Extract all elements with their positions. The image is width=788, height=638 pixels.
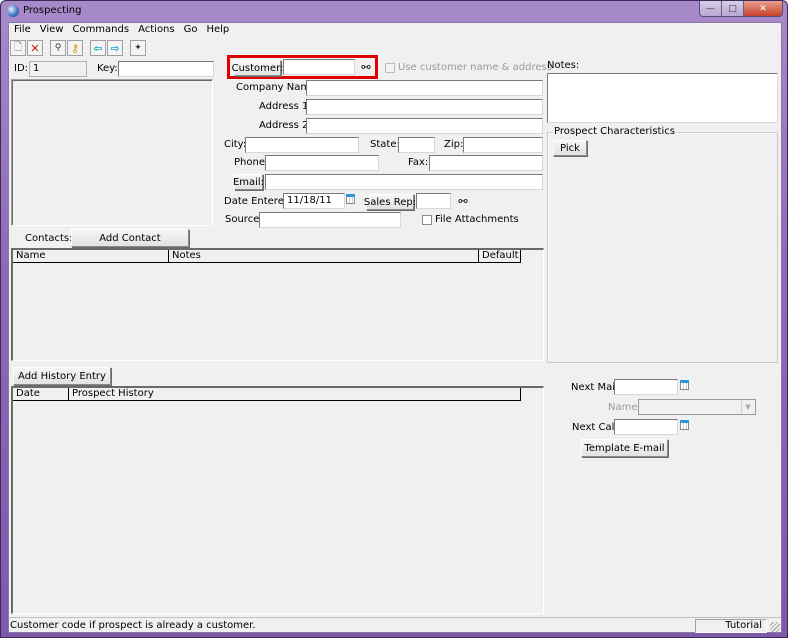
- status-message: Customer code if prospect is already a c…: [10, 620, 256, 631]
- key-icon: ⚷: [70, 41, 80, 55]
- customer-button[interactable]: Customer:: [232, 60, 283, 76]
- next-mail-calendar-icon[interactable]: [680, 380, 689, 390]
- contacts-list[interactable]: Name Notes Default: [11, 248, 544, 361]
- city-label: City:: [224, 139, 247, 150]
- use-customer-label: Use customer name & address: [398, 62, 552, 73]
- status-bar: Customer code if prospect is already a c…: [9, 617, 781, 633]
- id-field: 1: [29, 61, 87, 77]
- add-history-entry-button[interactable]: Add History Entry: [13, 367, 111, 385]
- notes-textarea[interactable]: [547, 73, 778, 123]
- source-input[interactable]: [259, 212, 401, 228]
- history-list-header: Date Prospect History: [13, 388, 521, 401]
- toolbar: 🗋 ✕ ⚲ ⚷ ⇦ ⇨ ✦: [9, 39, 147, 57]
- menu-go[interactable]: Go: [180, 23, 202, 38]
- sales-rep-input[interactable]: [416, 193, 451, 209]
- maximize-button[interactable]: □: [722, 1, 744, 16]
- file-attachments-checkbox[interactable]: [422, 215, 432, 225]
- name-label: Name:: [608, 402, 641, 413]
- key-lookup-button[interactable]: ⚷: [67, 40, 83, 56]
- next-mail-input[interactable]: [614, 379, 678, 395]
- minimize-button[interactable]: —: [700, 1, 722, 16]
- city-input[interactable]: [245, 137, 359, 153]
- new-document-icon: 🗋: [13, 42, 23, 53]
- key-input[interactable]: [118, 61, 214, 77]
- arrow-right-icon: ⇨: [110, 41, 120, 55]
- template-email-button[interactable]: Template E-mail: [581, 439, 668, 457]
- new-record-button[interactable]: 🗋: [10, 40, 26, 56]
- customer-lookup-button[interactable]: ⚯: [357, 59, 375, 75]
- id-label: ID:: [14, 63, 29, 74]
- arrow-left-icon: ⇦: [93, 41, 103, 55]
- column-header-date[interactable]: Date: [13, 388, 69, 401]
- column-header-notes[interactable]: Notes: [169, 250, 479, 263]
- menu-file[interactable]: File: [10, 23, 35, 38]
- menu-actions[interactable]: Actions: [134, 23, 179, 38]
- prospect-characteristics-title: Prospect Characteristics: [552, 126, 677, 137]
- delete-x-icon: ✕: [30, 41, 40, 55]
- menu-bar: File View Commands Actions Go Help: [9, 23, 781, 38]
- phone-input[interactable]: [265, 155, 379, 171]
- phone-label: Phone:: [234, 157, 269, 168]
- zip-label: Zip:: [444, 139, 464, 150]
- column-header-default[interactable]: Default: [479, 250, 521, 263]
- address1-label: Address 1:: [259, 101, 312, 112]
- source-label: Source:: [225, 214, 263, 225]
- address2-label: Address 2:: [259, 120, 312, 131]
- app-window: Prospecting — □ ✕ File View Commands Act…: [0, 0, 788, 638]
- next-call-calendar-icon[interactable]: [680, 420, 689, 430]
- fax-label: Fax:: [408, 157, 429, 168]
- sales-rep-button[interactable]: Sales Rep:: [364, 194, 416, 210]
- sales-rep-lookup-button[interactable]: ⚯: [454, 193, 472, 209]
- binoculars-icon: ⚯: [458, 194, 468, 208]
- company-name-input[interactable]: [306, 80, 543, 96]
- prospect-list-panel[interactable]: [11, 79, 213, 226]
- contacts-list-header: Name Notes Default: [13, 250, 521, 263]
- add-contact-button[interactable]: Add Contact: [71, 229, 189, 247]
- pick-button-label: Pick: [560, 142, 580, 154]
- name-dropdown[interactable]: ▼: [638, 399, 756, 415]
- client-area: File View Commands Actions Go Help 🗋 ✕ ⚲…: [8, 22, 782, 633]
- history-list[interactable]: Date Prospect History: [11, 386, 544, 614]
- state-label: State:: [370, 139, 400, 150]
- zip-input[interactable]: [463, 137, 543, 153]
- address2-input[interactable]: [306, 118, 543, 134]
- customer-input[interactable]: [283, 59, 355, 75]
- chevron-down-icon[interactable]: ▼: [741, 401, 754, 413]
- key-label: Key:: [97, 63, 118, 74]
- next-call-input[interactable]: [614, 419, 678, 435]
- prospect-characteristics-group: [547, 132, 778, 363]
- address1-input[interactable]: [306, 99, 543, 115]
- menu-view[interactable]: View: [36, 23, 68, 38]
- state-input[interactable]: [398, 137, 435, 153]
- date-entered-calendar-icon[interactable]: [346, 194, 355, 204]
- contacts-label: Contacts:: [25, 233, 73, 244]
- file-attachments-label: File Attachments: [435, 214, 519, 225]
- menu-commands[interactable]: Commands: [68, 23, 133, 38]
- status-panel-tutorial: Tutorial: [695, 619, 767, 633]
- binoculars-icon: ⚯: [361, 60, 371, 74]
- column-header-name[interactable]: Name: [13, 250, 169, 263]
- find-record-button[interactable]: ⚲: [50, 40, 66, 56]
- use-customer-checkbox[interactable]: [385, 63, 395, 73]
- caption-buttons: — □ ✕: [699, 1, 783, 17]
- email-button[interactable]: Email:: [233, 174, 264, 190]
- date-entered-input[interactable]: 11/18/11: [283, 193, 345, 209]
- search-new-button[interactable]: ✦: [130, 40, 146, 56]
- binoculars-star-icon: ✦: [134, 42, 142, 53]
- delete-record-button[interactable]: ✕: [27, 40, 43, 56]
- fax-input[interactable]: [429, 155, 543, 171]
- menu-help[interactable]: Help: [202, 23, 233, 38]
- column-header-prospect-history[interactable]: Prospect History: [69, 388, 521, 401]
- find-binoculars-icon: ⚲: [54, 42, 62, 53]
- email-input[interactable]: [265, 174, 543, 190]
- notes-label: Notes:: [547, 60, 580, 71]
- window-title: Prospecting: [23, 5, 82, 16]
- previous-record-button[interactable]: ⇦: [90, 40, 106, 56]
- resize-grip[interactable]: [770, 622, 780, 632]
- title-bar: Prospecting — □ ✕: [1, 1, 787, 21]
- pick-button[interactable]: Pick: [553, 140, 587, 156]
- next-record-button[interactable]: ⇨: [107, 40, 123, 56]
- close-button[interactable]: ✕: [744, 1, 782, 16]
- app-logo-icon: [7, 5, 19, 17]
